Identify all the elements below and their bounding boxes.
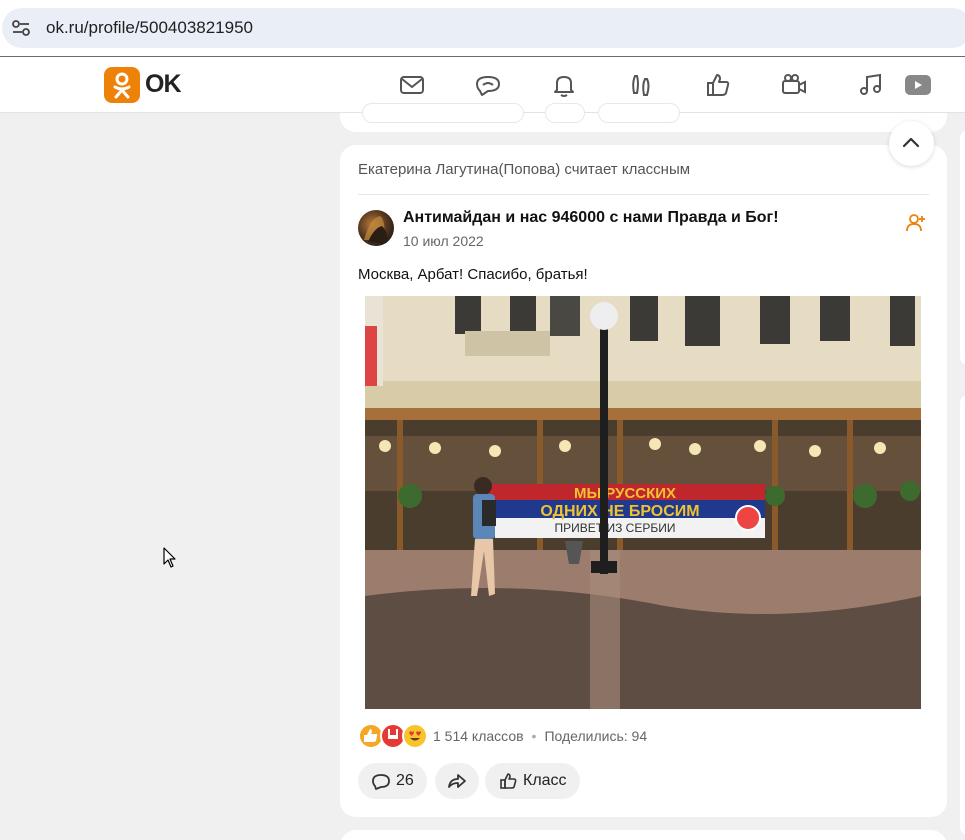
mail-icon[interactable] bbox=[398, 71, 426, 99]
feed-post-card: Екатерина Лагутина(Попова) считает класс… bbox=[340, 145, 947, 817]
mouse-cursor-icon bbox=[163, 547, 176, 568]
scroll-to-top-button[interactable] bbox=[889, 121, 934, 166]
like-button[interactable]: Класс bbox=[485, 763, 580, 799]
url-bar[interactable]: ok.ru/profile/500403821950 bbox=[2, 8, 965, 48]
chevron-up-icon bbox=[902, 137, 920, 148]
comments-button[interactable]: 26 bbox=[358, 763, 427, 799]
like-button-label: Класс bbox=[523, 772, 567, 789]
video-camera-icon[interactable] bbox=[780, 71, 808, 99]
post-photo[interactable]: МЫ РУССКИХ ОДНИХ НЕ БРОСИМ ПРИВЕТ ИЗ СЕР… bbox=[365, 296, 921, 709]
ok-logo-icon[interactable] bbox=[104, 67, 140, 103]
post-stats: 1 514 классов • Поделились: 94 bbox=[433, 728, 648, 744]
comment-icon bbox=[372, 774, 390, 790]
previous-post-card bbox=[340, 103, 947, 132]
likes-count[interactable]: 1 514 классов bbox=[433, 728, 524, 744]
share-icon bbox=[448, 774, 466, 788]
guests-icon[interactable] bbox=[627, 71, 655, 99]
next-post-card bbox=[340, 830, 947, 840]
logo-wordmark[interactable]: OK bbox=[145, 70, 181, 99]
post-text: Москва, Арбат! Спасибо, братья! bbox=[358, 266, 588, 283]
site-info-icon[interactable] bbox=[12, 20, 30, 36]
chat-icon[interactable] bbox=[474, 71, 502, 99]
activity-text[interactable]: Екатерина Лагутина(Попова) считает класс… bbox=[358, 161, 690, 178]
banner-line-1: МЫ РУССКИХ bbox=[574, 485, 676, 502]
shares-count[interactable]: Поделились: 94 bbox=[544, 728, 647, 744]
music-icon[interactable] bbox=[857, 71, 885, 99]
divider bbox=[358, 194, 929, 195]
bell-icon[interactable] bbox=[550, 71, 578, 99]
like-thumb-icon bbox=[500, 773, 517, 789]
right-column-panel bbox=[960, 130, 965, 365]
group-avatar[interactable] bbox=[358, 210, 394, 246]
banner-line-3: ПРИВЕТ ИЗ СЕРБИИ bbox=[555, 521, 676, 535]
share-button[interactable] bbox=[435, 763, 479, 799]
post-date[interactable]: 10 июл 2022 bbox=[403, 233, 484, 249]
comments-count: 26 bbox=[396, 772, 414, 789]
group-name-link[interactable]: Антимайдан и нас 946000 с нами Правда и … bbox=[403, 209, 779, 227]
url-text[interactable]: ok.ru/profile/500403821950 bbox=[46, 18, 253, 38]
browser-address-bar: ok.ru/profile/500403821950 bbox=[0, 0, 965, 57]
reactions-summary[interactable] bbox=[358, 723, 430, 749]
add-friend-icon[interactable] bbox=[906, 213, 926, 233]
right-column-panel bbox=[960, 395, 965, 835]
heart-eyes-reaction-icon bbox=[402, 723, 428, 749]
banner-line-2: ОДНИХ НЕ БРОСИМ bbox=[540, 503, 699, 520]
video-icon[interactable] bbox=[903, 71, 931, 99]
like-icon[interactable] bbox=[704, 71, 732, 99]
